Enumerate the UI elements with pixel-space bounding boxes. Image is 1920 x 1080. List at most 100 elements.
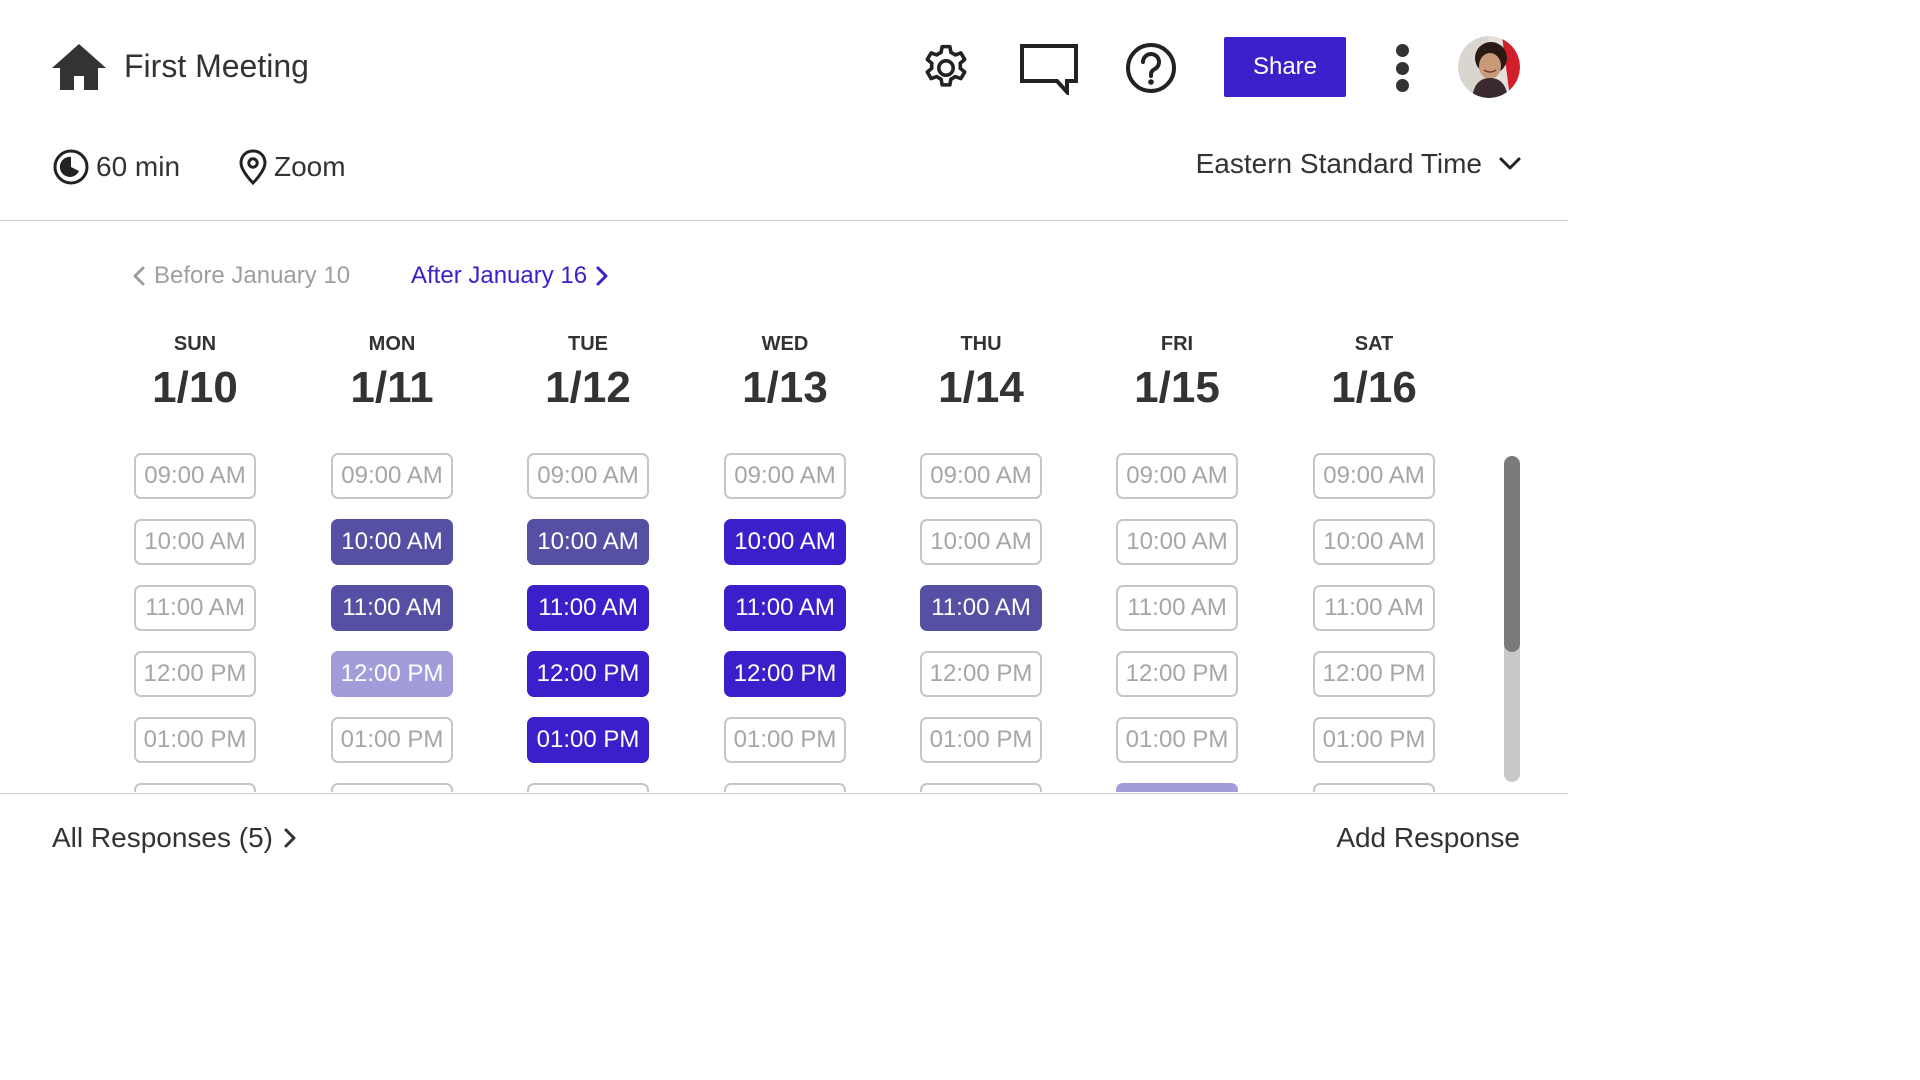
- day-column: WED 1/13 09:00 AM 10:00 AM 11:00 AM 12:00 PM 0…: [724, 330, 846, 792]
- day-column: SAT 1/16 09:00 AM 10:00 AM 11:00 AM 12:00 PM 0…: [1313, 330, 1435, 792]
- time-slot[interactable]: 11:00 AM: [331, 585, 453, 631]
- day-name: FRI: [1160, 333, 1194, 355]
- time-slot[interactable]: 12:00 PM: [920, 651, 1042, 697]
- day-date: 1/13: [742, 363, 828, 412]
- day-date: 1/16: [1331, 363, 1417, 412]
- time-slot[interactable]: [920, 783, 1042, 792]
- time-slot[interactable]: 09:00 AM: [134, 453, 256, 499]
- settings-button[interactable]: [918, 40, 974, 96]
- next-week-label: After January 16: [411, 262, 588, 289]
- location-info: Zoom: [236, 148, 346, 186]
- day-name: TUE: [568, 333, 608, 355]
- time-slot[interactable]: 12:00 PM: [1116, 651, 1238, 697]
- day-name: MON: [368, 333, 416, 355]
- help-icon: [1126, 43, 1176, 93]
- time-slot[interactable]: 10:00 AM: [331, 519, 453, 565]
- chevron-right-icon: [596, 266, 608, 286]
- day-date: 1/12: [545, 363, 631, 412]
- time-slot[interactable]: 01:00 PM: [920, 717, 1042, 763]
- time-slot[interactable]: 09:00 AM: [724, 453, 846, 499]
- gear-icon: [925, 44, 967, 87]
- location-pin-icon: [239, 149, 267, 186]
- day-date: 1/14: [938, 363, 1024, 412]
- time-slot[interactable]: [134, 783, 256, 792]
- time-slot[interactable]: 12:00 PM: [724, 651, 846, 697]
- time-slot[interactable]: [331, 783, 453, 792]
- time-slot[interactable]: 09:00 AM: [331, 453, 453, 499]
- day-date: 1/15: [1134, 363, 1220, 412]
- app-root: First Meeting Share 60 min Zoom Eastern …: [0, 0, 1568, 882]
- day-name: WED: [761, 333, 809, 355]
- day-column: TUE 1/12 09:00 AM 10:00 AM 11:00 AM 12:00 PM 0…: [527, 330, 649, 792]
- top-bar: First Meeting Share: [0, 0, 1568, 125]
- time-slot[interactable]: 12:00 PM: [1313, 651, 1435, 697]
- availability-calendar: SUN 1/10 09:00 AM 10:00 AM 11:00 AM 12:00 PM 0…: [0, 330, 1480, 792]
- time-slot[interactable]: 10:00 AM: [1116, 519, 1238, 565]
- time-slot[interactable]: 01:00 PM: [527, 717, 649, 763]
- time-slot[interactable]: 12:00 PM: [527, 651, 649, 697]
- timezone-text: Eastern Standard Time: [1195, 148, 1482, 179]
- user-photo: [1458, 36, 1520, 98]
- time-slot[interactable]: 11:00 AM: [1116, 585, 1238, 631]
- time-slot[interactable]: [1313, 783, 1435, 792]
- duration-text: 60 min: [96, 151, 181, 182]
- time-slot[interactable]: 01:00 PM: [331, 717, 453, 763]
- chevron-right-icon: [284, 828, 296, 848]
- time-slot[interactable]: 12:00 PM: [134, 651, 256, 697]
- chevron-left-icon: [133, 266, 145, 286]
- time-slot[interactable]: 09:00 AM: [1116, 453, 1238, 499]
- time-slot[interactable]: 01:00 PM: [1116, 717, 1238, 763]
- comments-button[interactable]: [1018, 40, 1080, 96]
- header-divider: [0, 220, 1568, 221]
- comment-icon: [1020, 44, 1078, 95]
- time-slot[interactable]: 11:00 AM: [920, 585, 1042, 631]
- duration-info: 60 min: [52, 148, 180, 186]
- calendar-scrollbar[interactable]: [1504, 456, 1520, 782]
- location-text: Zoom: [274, 151, 346, 182]
- time-slot[interactable]: 10:00 AM: [1313, 519, 1435, 565]
- day-name: SUN: [173, 333, 217, 355]
- previous-week-link[interactable]: Before January 10: [132, 262, 350, 290]
- time-slot[interactable]: 11:00 AM: [724, 585, 846, 631]
- meeting-title: First Meeting: [124, 48, 309, 84]
- clock-icon: [53, 149, 89, 185]
- timezone-dropdown[interactable]: Eastern Standard Time: [1196, 148, 1522, 180]
- previous-week-label: Before January 10: [154, 262, 351, 289]
- all-responses-label: All Responses (5): [52, 822, 273, 853]
- time-slot[interactable]: 11:00 AM: [1313, 585, 1435, 631]
- more-vertical-icon: [1395, 44, 1409, 57]
- help-button[interactable]: [1123, 40, 1179, 96]
- time-slot[interactable]: 01:00 PM: [134, 717, 256, 763]
- footer-bar: All Responses (5) Add Response: [0, 794, 1568, 882]
- time-slot[interactable]: 11:00 AM: [527, 585, 649, 631]
- day-column: MON 1/11 09:00 AM 10:00 AM 11:00 AM 12:00 PM 0…: [331, 330, 453, 792]
- time-slot[interactable]: [724, 783, 846, 792]
- day-name: THU: [960, 333, 1002, 355]
- time-slot[interactable]: 09:00 AM: [1313, 453, 1435, 499]
- time-slot[interactable]: 01:00 PM: [724, 717, 846, 763]
- time-slot[interactable]: 01:00 PM: [1313, 717, 1435, 763]
- time-slot[interactable]: 09:00 AM: [527, 453, 649, 499]
- meeting-info-row: 60 min Zoom Eastern Standard Time: [0, 130, 1568, 206]
- day-column: THU 1/14 09:00 AM 10:00 AM 11:00 AM 12:00 PM 0…: [920, 330, 1042, 792]
- time-slot[interactable]: 10:00 AM: [134, 519, 256, 565]
- day-date: 1/11: [350, 363, 434, 412]
- day-date: 1/10: [152, 363, 238, 412]
- day-column: FRI 1/15 09:00 AM 10:00 AM 11:00 AM 12:00 PM 0…: [1116, 330, 1238, 792]
- calendar-scrollbar-thumb[interactable]: [1504, 456, 1520, 652]
- share-button[interactable]: Share: [1224, 37, 1346, 97]
- next-week-link[interactable]: After January 16: [411, 262, 609, 290]
- time-slot[interactable]: 10:00 AM: [920, 519, 1042, 565]
- time-slot[interactable]: 11:00 AM: [134, 585, 256, 631]
- add-response-button[interactable]: Add Response: [1336, 822, 1520, 854]
- home-icon[interactable]: [50, 42, 108, 92]
- more-options-button[interactable]: [1385, 40, 1419, 96]
- avatar[interactable]: [1458, 36, 1520, 98]
- time-slot[interactable]: 12:00 PM: [331, 651, 453, 697]
- time-slot[interactable]: [1116, 783, 1238, 792]
- all-responses-link[interactable]: All Responses (5): [52, 822, 297, 854]
- time-slot[interactable]: 09:00 AM: [920, 453, 1042, 499]
- time-slot[interactable]: 10:00 AM: [724, 519, 846, 565]
- time-slot[interactable]: 10:00 AM: [527, 519, 649, 565]
- time-slot[interactable]: [527, 783, 649, 792]
